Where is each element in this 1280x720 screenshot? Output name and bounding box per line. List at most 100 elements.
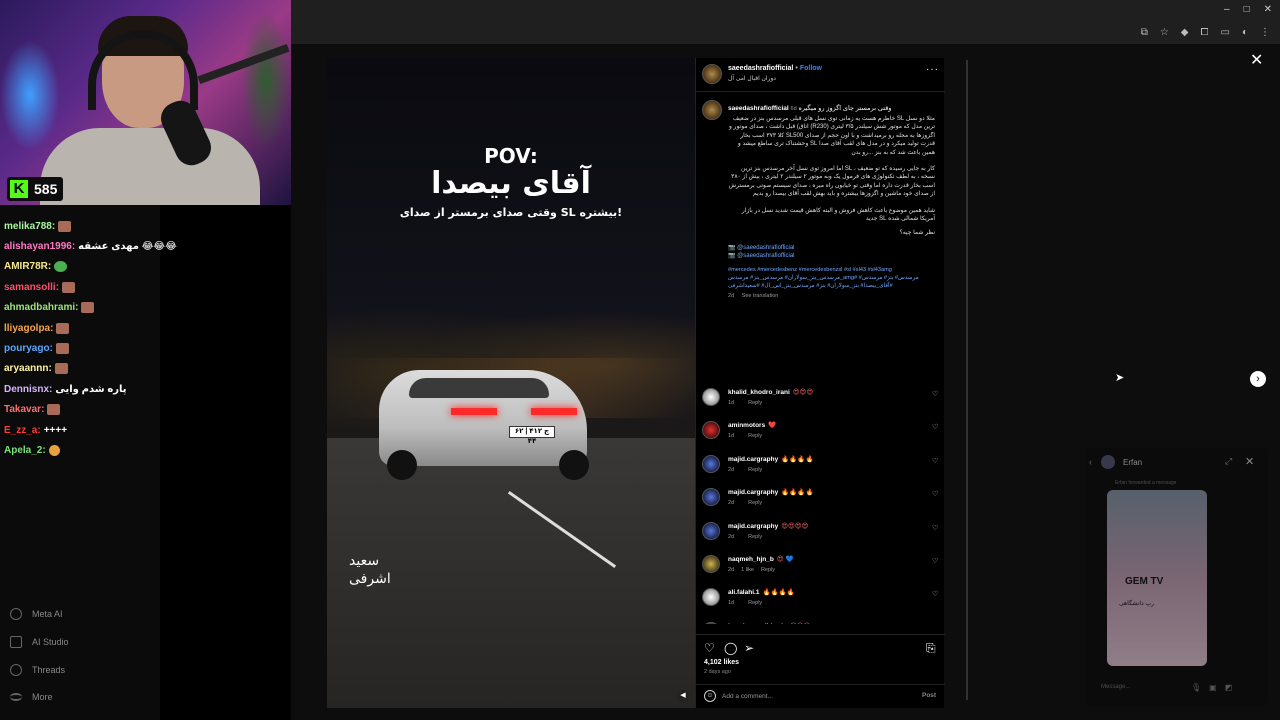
mute-icon[interactable]: ◀ [677,690,689,702]
avatar[interactable] [702,621,720,624]
reply-button[interactable]: Reply [748,433,762,439]
comment-like-heart-icon[interactable]: ♡ [932,423,938,431]
comment-item: naqmeh_hjn_b 😍 💙 2d 1 like Reply ♡ [696,551,945,584]
close-dm-icon[interactable]: ✕ [1245,455,1254,468]
mention-link[interactable]: @saeedashrafiofficial [737,253,794,259]
install-icon[interactable]: ⧉ [1141,27,1148,38]
chat-message: Dennisnx: پاره شدم وایی [4,379,204,399]
caption-paragraph: نظر شما چیه؟ [899,230,935,237]
comment-like-heart-icon[interactable]: ♡ [932,390,938,398]
sticker-icon[interactable]: ◩ [1225,683,1241,692]
save-bookmark-icon[interactable]: ⎘ [926,641,936,656]
sidebar-item-threads[interactable]: Threads [10,664,69,676]
share-send-icon[interactable]: ➢ [744,641,754,655]
comment-like-heart-icon[interactable]: ♡ [932,490,938,498]
chat-emote-icon [58,220,72,232]
mention-link[interactable]: @saeedashrafiofficial [737,245,794,251]
like-count[interactable]: 4,102 likes [704,659,739,666]
sidebar-item-ai-studio[interactable]: AI Studio [10,636,69,648]
close-modal-icon[interactable]: ✕ [1250,50,1263,70]
comment-item: khalid_khodro_irani 😍😍😍 1d Reply ♡ [696,384,945,417]
comment-icon[interactable]: ◯ [724,641,737,655]
comment-item: majid.cargraphy 🔥🔥🔥🔥 2d Reply ♡ [696,484,945,517]
hashtags[interactable]: #mercedes #mercedesbenz #mercedesbenzsl … [728,266,935,290]
like-heart-icon[interactable]: ♡ [704,641,715,655]
sidebar-item-more[interactable]: More [10,692,69,702]
avatar[interactable] [702,100,722,120]
song-label[interactable]: دوران اقبال امی آل [728,75,776,82]
comment-input[interactable] [722,689,902,703]
comment-likes[interactable]: 1 like [741,567,754,573]
chat-emote-icon [55,343,69,355]
puzzle-icon[interactable]: ⧠ [1201,27,1209,38]
comment-username[interactable]: khalid_khodro_irani [728,389,790,396]
caption-username[interactable]: saeedashrafiofficial [728,105,789,112]
comment-username[interactable]: majid.cargraphy [728,523,778,530]
reply-button[interactable]: Reply [748,467,762,473]
reply-button[interactable]: Reply [748,500,762,506]
comment-like-heart-icon[interactable]: ♡ [932,524,938,532]
bookmark-star-icon[interactable]: ☆ [1160,27,1169,38]
comments-list[interactable]: khalid_khodro_irani 😍😍😍 1d Reply ♡ aminmotors… [696,384,945,624]
see-translation-link[interactable]: See translation [742,293,779,299]
chat-username: melika788: [4,220,56,232]
image-icon[interactable]: ▣ [1209,683,1225,692]
expand-icon[interactable]: ⤢ [1225,456,1232,467]
reply-button[interactable]: Reply [761,567,775,573]
chat-message: lliyagolpa: [4,318,204,338]
extension-icon[interactable]: ◆ [1181,27,1189,38]
caption-paragraph: شاید همین موضوع باعث کاهش فروش و البته ک… [741,207,935,223]
avatar[interactable] [702,554,720,573]
avatar[interactable] [702,454,720,473]
comment-username[interactable]: naqmeh_hjn_b [728,556,774,563]
avatar[interactable] [702,588,720,607]
avatar[interactable] [702,521,720,540]
emoji-picker-icon[interactable]: ☺ [704,690,716,702]
chat-message: alishayan1996: مهدی عشقه 😂😂😂 [4,236,204,256]
comment-username[interactable]: majid.cargraphy [728,456,778,463]
post-comment-button[interactable]: Post [922,692,936,699]
comment-username[interactable]: majid.cargraphy [728,489,778,496]
comment-like-heart-icon[interactable]: ♡ [932,457,938,465]
chat-emote-icon [81,302,95,314]
back-arrow-icon[interactable]: ‹ [1089,457,1092,467]
close-window-button[interactable]: ✕ [1264,4,1272,15]
maximize-button[interactable]: □ [1244,4,1250,15]
comment-age: 1d [728,600,735,607]
comment-username[interactable]: ali.falahi.1 [728,589,759,596]
avatar[interactable] [702,421,720,440]
reply-button[interactable]: Reply [748,600,762,606]
reply-button[interactable]: Reply [748,400,762,406]
dm-message-input[interactable]: Message... [1101,684,1130,690]
comment-like-heart-icon[interactable]: ♡ [932,557,938,565]
chat-message: AMIR78R: [4,257,204,277]
comment-like-heart-icon[interactable]: ♡ [932,590,938,598]
shared-reel-thumbnail[interactable]: GEM TV رپ دانشگاهی [1107,490,1207,666]
comment-age: 1d [728,400,735,406]
reel-video[interactable]: ۶۲ | ۴۱۲ ج ۴۴ POV: آقای بیصدا وقتی صدای … [327,58,695,708]
follow-button[interactable]: Follow [800,65,822,72]
chat-username: lliyagolpa: [4,322,54,334]
avatar[interactable] [702,388,720,406]
chat-username: Dennisnx: [4,383,53,395]
profile-icon[interactable]: ◐ [1242,27,1248,38]
sidebar-item-label: More [32,692,53,702]
cast-icon[interactable]: ▭ [1221,27,1230,38]
minimize-button[interactable]: – [1224,4,1230,15]
next-post-arrow-icon[interactable]: › [1250,371,1266,387]
reply-button[interactable]: Reply [748,534,762,540]
comment-username[interactable]: aminmotors [728,422,765,429]
dm-contact-name[interactable]: Erfan [1123,458,1142,467]
caption-time: 6d [790,106,797,112]
avatar[interactable] [702,64,722,84]
kebab-menu-icon[interactable]: ⋮ [1260,27,1270,38]
mic-icon[interactable]: 🎙 [1191,683,1209,692]
comment-item: javad_esmaildawin😍😍😍 نفس♡ [696,618,945,624]
avatar[interactable] [702,488,720,507]
avatar [1101,455,1115,469]
more-options-icon[interactable]: ··· [926,64,939,75]
comment-username[interactable]: javad_esmaildawin [728,623,787,624]
chat-emote-icon [54,363,68,375]
post-username[interactable]: saeedashrafiofficial [728,65,793,72]
sidebar-item-meta-ai[interactable]: Meta AI [10,608,69,620]
